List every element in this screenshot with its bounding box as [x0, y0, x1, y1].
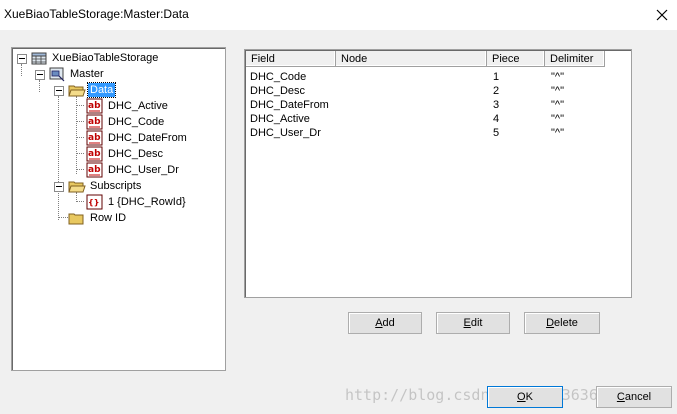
data-grid[interactable]: Field Node Piece Delimiter DHC_Code 1 "^… [244, 49, 632, 298]
cell-piece: 5 [493, 127, 500, 139]
cell-delimiter: "^" [551, 127, 564, 139]
ok-button[interactable]: OK [487, 386, 563, 408]
field-icon: ab [86, 130, 103, 146]
storage-icon [31, 52, 47, 65]
add-label: dd [382, 317, 395, 329]
field-icon: ab [86, 162, 103, 178]
close-button[interactable] [647, 0, 677, 30]
table-row[interactable]: DHC_User_Dr 5 "^" [245, 126, 631, 140]
field-icon: ab [86, 98, 103, 114]
cell-field: DHC_Active [250, 113, 310, 125]
cell-field: DHC_Desc [250, 85, 306, 97]
edit-label: dit [470, 317, 483, 329]
cell-delimiter: "^" [551, 71, 564, 83]
master-map-icon [49, 67, 65, 82]
tree-label-field: DHC_User_Dr [108, 164, 179, 176]
cell-field: DHC_Code [250, 71, 307, 83]
collapse-master-toggle[interactable] [35, 70, 45, 80]
delete-hotkey: D [546, 317, 555, 329]
field-icon: ab [86, 146, 103, 162]
svg-text:ab: ab [88, 149, 101, 159]
tree-label-rowid: Row ID [90, 212, 127, 224]
title-bar: XueBiaoTableStorage:Master:Data [0, 0, 677, 30]
tree-label-field: DHC_DateFrom [108, 132, 187, 144]
table-row[interactable]: DHC_Code 1 "^" [245, 70, 631, 84]
delete-label: elete [554, 317, 578, 329]
table-row[interactable]: DHC_DateFrom 3 "^" [245, 98, 631, 112]
cell-piece: 3 [493, 99, 500, 111]
edit-button[interactable]: Edit [436, 312, 510, 334]
table-row[interactable]: DHC_Active 4 "^" [245, 112, 631, 126]
column-header-node[interactable]: Node [336, 51, 487, 67]
tree-label-subscript-item: 1 {DHC_RowId} [108, 196, 186, 208]
cell-delimiter: "^" [551, 85, 564, 97]
svg-text:ab: ab [88, 165, 101, 175]
window-title: XueBiaoTableStorage:Master:Data [4, 7, 189, 21]
tree-label-field: DHC_Desc [108, 148, 164, 160]
cancel-button[interactable]: Cancel [596, 386, 672, 408]
cell-field: DHC_DateFrom [250, 99, 329, 111]
tree-label-field: DHC_Active [108, 100, 168, 112]
cell-delimiter: "^" [551, 113, 564, 125]
column-header-delimiter[interactable]: Delimiter [545, 51, 605, 67]
tree-label-root: XueBiaoTableStorage [52, 52, 159, 64]
cancel-label: ancel [624, 391, 652, 403]
edit-hotkey: E [463, 317, 471, 329]
ok-label: K [525, 391, 533, 403]
svg-text:ab: ab [88, 101, 101, 111]
collapse-data-toggle[interactable] [54, 86, 64, 96]
tree-label-subscripts: Subscripts [90, 180, 142, 192]
collapse-root-toggle[interactable] [17, 54, 27, 64]
close-icon [656, 9, 668, 21]
collapse-subscripts-toggle[interactable] [54, 182, 64, 192]
storage-tree[interactable]: XueBiaoTableStorage Master Data ab DHC_A… [11, 47, 226, 371]
add-button[interactable]: Add [348, 312, 422, 334]
add-hotkey: A [375, 317, 383, 329]
svg-text:ab: ab [88, 133, 101, 143]
tree-label-data: Data [86, 82, 117, 98]
svg-text:{}: {} [88, 198, 99, 207]
cell-field: DHC_User_Dr [250, 127, 321, 139]
table-row[interactable]: DHC_Desc 2 "^" [245, 84, 631, 98]
tree-label-master: Master [70, 68, 104, 80]
svg-text:ab: ab [88, 117, 101, 127]
delete-button[interactable]: Delete [524, 312, 600, 334]
subscript-icon: {} [86, 194, 103, 210]
cell-piece: 2 [493, 85, 500, 97]
folder-open-icon [68, 85, 86, 97]
cell-piece: 1 [493, 71, 500, 83]
column-header-piece[interactable]: Piece [487, 51, 545, 67]
folder-open-icon [68, 181, 86, 193]
cell-piece: 4 [493, 113, 500, 125]
column-header-field[interactable]: Field [246, 51, 336, 67]
tree-label-field: DHC_Code [108, 116, 165, 128]
field-icon: ab [86, 114, 103, 130]
cell-delimiter: "^" [551, 99, 564, 111]
folder-icon [68, 213, 84, 225]
cancel-hotkey: C [616, 391, 625, 403]
ok-hotkey: O [517, 391, 526, 403]
